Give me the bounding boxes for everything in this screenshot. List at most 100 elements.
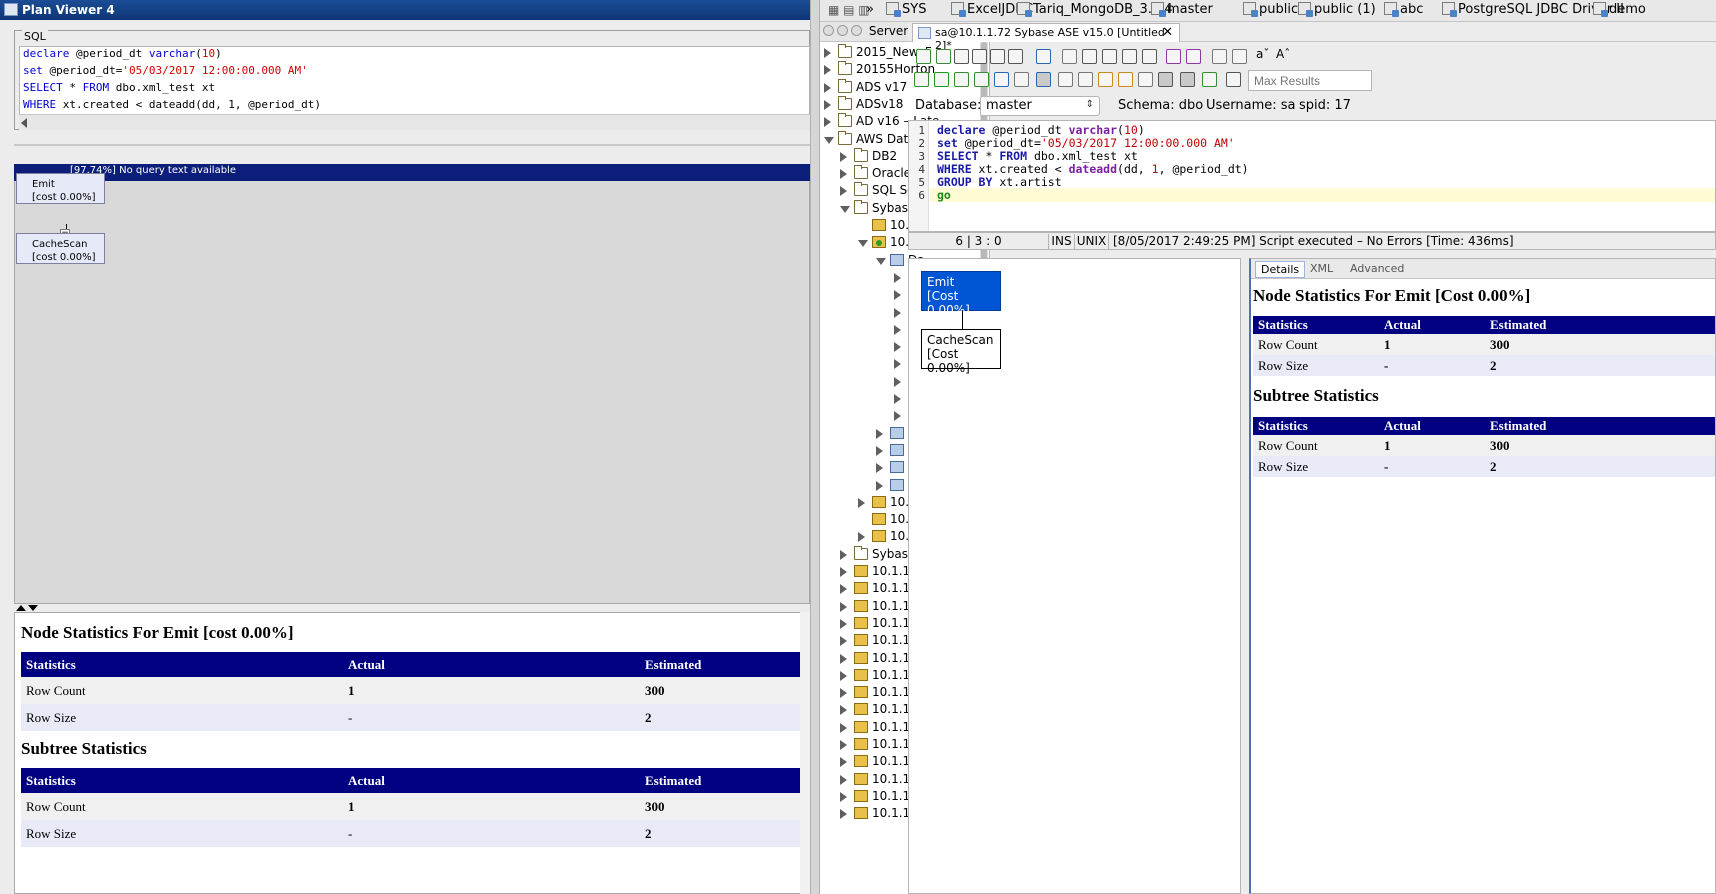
collapsed-arrow-icon[interactable] (840, 618, 847, 629)
plan-node-emit[interactable]: Emit [Cost 0.00%] (921, 271, 1001, 317)
scroll-left-arrow-icon[interactable] (21, 118, 27, 128)
collapsed-arrow-icon[interactable] (894, 290, 901, 301)
paste-icon[interactable] (1122, 49, 1137, 64)
collapsed-arrow-icon[interactable] (894, 342, 901, 353)
collapsed-arrow-icon[interactable] (840, 151, 847, 162)
bookmark-item[interactable]: Tariq_MongoDB_3.0.4 (1017, 2, 1173, 17)
sql-horizontal-scrollbar[interactable] (19, 114, 810, 130)
collapsed-arrow-icon[interactable] (840, 809, 847, 820)
new-icon[interactable] (916, 49, 931, 64)
collapsed-arrow-icon[interactable] (840, 774, 847, 785)
collapsed-arrow-icon[interactable] (894, 411, 901, 422)
collapsed-arrow-icon[interactable] (840, 186, 847, 197)
max-results-input[interactable] (1248, 70, 1372, 91)
sql-code-editor[interactable]: 123456 declare @period_dt varchar(10) set… (908, 120, 1716, 232)
grid-view-icon[interactable] (1158, 72, 1173, 87)
collapsed-arrow-icon[interactable] (894, 324, 901, 335)
collapsed-arrow-icon[interactable] (840, 757, 847, 768)
plan-node-cachescan[interactable]: CacheScan [cost 0.00%] (16, 233, 105, 264)
collapsed-arrow-icon[interactable] (894, 359, 901, 370)
plan-viewer-title-bar[interactable]: Plan Viewer 4 (0, 0, 810, 20)
plan-node-cachescan[interactable]: CacheScan [Cost 0.00%] (921, 329, 1001, 375)
collapsed-arrow-icon[interactable] (840, 584, 847, 595)
cut-icon[interactable] (1082, 49, 1097, 64)
redo-icon[interactable] (1186, 49, 1201, 64)
print-icon[interactable] (1036, 49, 1051, 64)
copy-icon[interactable] (1102, 49, 1117, 64)
collapsed-arrow-icon[interactable] (840, 653, 847, 664)
decrease-font-button[interactable]: aˇ (1256, 47, 1269, 61)
commit-icon[interactable] (1058, 72, 1073, 87)
explain-plan-icon[interactable] (994, 72, 1009, 87)
collapsed-arrow-icon[interactable] (840, 670, 847, 681)
toolbar-icons[interactable]: ▦ ▤ ▥ (828, 3, 870, 17)
replace-icon[interactable] (1232, 49, 1247, 64)
history-icon[interactable] (1226, 72, 1241, 87)
expanded-arrow-icon[interactable] (840, 205, 850, 213)
collapsed-arrow-icon[interactable] (840, 705, 847, 716)
collapsed-arrow-icon[interactable] (876, 445, 883, 456)
text-view-icon[interactable] (1180, 72, 1195, 87)
expand-down-icon[interactable] (28, 605, 38, 611)
collapsed-arrow-icon[interactable] (840, 722, 847, 733)
save-as-icon[interactable] (972, 49, 987, 64)
increase-font-button[interactable]: Aˆ (1276, 47, 1290, 61)
bookmark-item[interactable]: SYS (886, 2, 926, 17)
collapsed-arrow-icon[interactable] (894, 376, 901, 387)
editor-tab[interactable]: sa@10.1.1.72 Sybase ASE v15.0 [Untitled … (912, 23, 1180, 52)
expanded-arrow-icon[interactable] (858, 240, 868, 248)
undo-icon[interactable] (1166, 49, 1181, 64)
collapsed-arrow-icon[interactable] (840, 791, 847, 802)
execute-current-icon[interactable] (954, 72, 969, 87)
bookmark-item[interactable]: public (1) (1298, 2, 1376, 17)
collapsed-arrow-icon[interactable] (894, 272, 901, 283)
expanded-arrow-icon[interactable] (876, 257, 886, 265)
collapsed-arrow-icon[interactable] (840, 688, 847, 699)
collapsed-arrow-icon[interactable] (858, 497, 865, 508)
comment-icon[interactable] (1118, 72, 1133, 87)
collapsed-arrow-icon[interactable] (824, 48, 831, 58)
expanded-arrow-icon[interactable] (824, 136, 834, 144)
collapsed-arrow-icon[interactable] (876, 428, 883, 439)
split-bar[interactable] (14, 604, 810, 612)
bookmark-item[interactable]: public (1243, 2, 1298, 17)
bookmark-item[interactable]: abc (1384, 2, 1423, 17)
collapsed-arrow-icon[interactable] (824, 117, 831, 128)
collapsed-arrow-icon[interactable] (840, 549, 847, 560)
stats-vertical-scrollbar[interactable] (800, 612, 810, 894)
save-all-icon[interactable] (990, 49, 1005, 64)
open-icon[interactable] (936, 49, 951, 64)
export-icon[interactable] (1008, 49, 1023, 64)
maximize-panel-icon[interactable] (851, 25, 862, 36)
save-icon[interactable] (954, 49, 969, 64)
collapsed-arrow-icon[interactable] (876, 463, 883, 474)
clear-icon[interactable] (1142, 49, 1157, 64)
execution-plan-graph[interactable]: Emit [Cost 0.00%] CacheScan [Cost 0.00%] (908, 258, 1241, 894)
select-all-icon[interactable] (1062, 49, 1077, 64)
tab-xml[interactable]: XML (1305, 261, 1338, 278)
execute-selection-icon[interactable] (974, 72, 989, 87)
uncomment-icon[interactable] (1138, 72, 1153, 87)
collapsed-arrow-icon[interactable] (824, 99, 831, 110)
run-sql-icon[interactable] (914, 72, 929, 87)
minimize-panel-icon[interactable] (837, 25, 848, 36)
collapsed-arrow-icon[interactable] (840, 601, 847, 612)
collapsed-arrow-icon[interactable] (876, 480, 883, 491)
plan-node-emit[interactable]: Emit [cost 0.00%] (16, 173, 105, 204)
toggle-plan-icon[interactable] (1036, 72, 1051, 87)
collapsed-arrow-icon[interactable] (824, 82, 831, 93)
rollback-icon[interactable] (1078, 72, 1093, 87)
bookmark-item[interactable]: demo (1593, 2, 1646, 17)
collapsed-arrow-icon[interactable] (824, 65, 831, 76)
collapsed-arrow-icon[interactable] (840, 567, 847, 577)
collapsed-arrow-icon[interactable] (840, 636, 847, 647)
tab-details[interactable]: Details (1255, 261, 1306, 278)
stop-icon[interactable] (1014, 72, 1029, 87)
overflow-chevron-icon[interactable]: » (866, 2, 874, 17)
collapsed-arrow-icon[interactable] (894, 394, 901, 404)
close-tab-icon[interactable]: ✕ (1162, 25, 1173, 40)
find-icon[interactable] (1212, 49, 1227, 64)
export-results-icon[interactable] (1202, 72, 1217, 87)
execute-icon[interactable] (934, 72, 949, 87)
collapsed-arrow-icon[interactable] (894, 307, 901, 318)
